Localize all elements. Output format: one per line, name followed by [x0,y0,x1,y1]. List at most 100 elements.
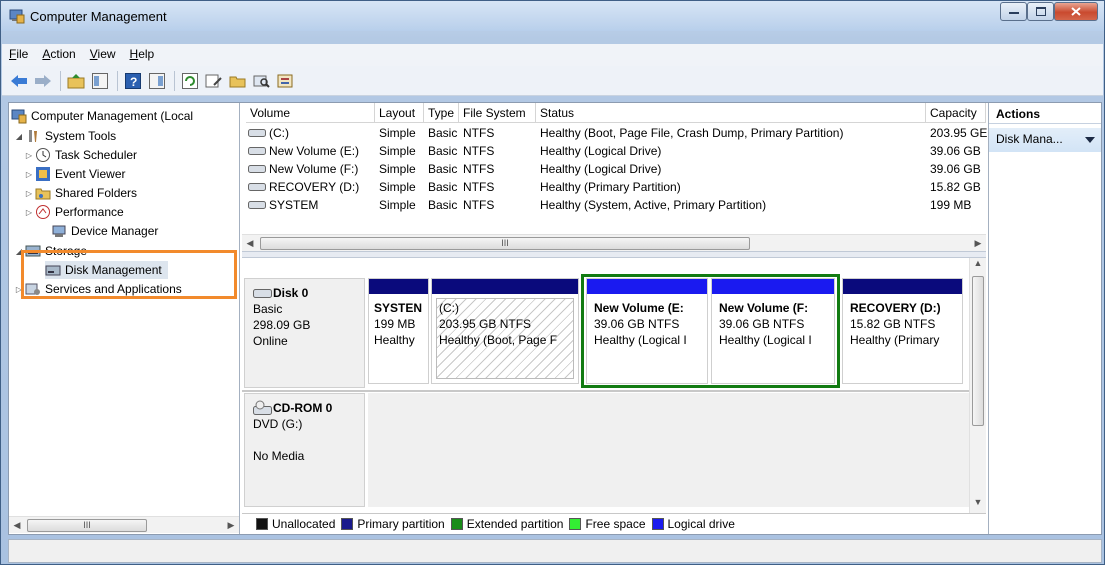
minimize-button[interactable] [1000,2,1027,21]
disk-state: Online [253,334,288,348]
drive-icon [248,147,266,155]
column-header-status[interactable]: Status [536,103,926,123]
legend-label: Unallocated [272,517,336,531]
partition-status: Healthy [374,333,415,347]
menu-action[interactable]: Action [35,44,82,66]
table-row[interactable]: SYSTEM Simple Basic NTFS Healthy (System… [242,196,986,214]
legend-swatch-free-space [569,518,582,530]
cell-layout: Simple [379,126,416,140]
forward-icon [35,74,51,87]
close-button[interactable] [1054,2,1098,21]
chevron-down-icon[interactable] [1085,137,1095,145]
back-button[interactable] [8,70,30,92]
expanded-arrow-icon[interactable]: ◢ [13,132,25,141]
graph-vertical-scrollbar[interactable]: ▲ ▼ [969,258,986,513]
maximize-button[interactable] [1027,2,1054,21]
tree-item-event-viewer[interactable]: ▷ Event Viewer [23,165,125,183]
refresh-button[interactable] [179,70,201,92]
cell-volume: RECOVERY (D:) [269,180,360,194]
partition-system[interactable]: SYSTEN 199 MB Healthy [368,278,429,384]
forward-button[interactable] [32,70,54,92]
pane-splitter[interactable] [242,251,986,258]
drive-icon [248,183,266,191]
properties-pane-icon [149,72,165,89]
tree-label: Shared Folders [55,186,138,200]
tree-item-performance[interactable]: ▷ Performance [23,203,124,221]
collapsed-arrow-icon[interactable]: ▷ [23,170,35,179]
legend-swatch-logical [651,518,664,530]
title-bar[interactable]: Computer Management [1,1,1104,31]
refresh-icon [182,72,198,89]
scroll-down-icon[interactable]: ▼ [970,497,986,513]
collapsed-arrow-icon[interactable]: ▷ [23,151,35,160]
search-icon [253,75,270,88]
table-row[interactable]: New Volume (E:) Simple Basic NTFS Health… [242,142,986,160]
partition-recovery[interactable]: RECOVERY (D:) 15.82 GB NTFS Healthy (Pri… [842,278,963,384]
table-row[interactable]: RECOVERY (D:) Simple Basic NTFS Healthy … [242,178,986,196]
table-row[interactable]: (C:) Simple Basic NTFS Healthy (Boot, Pa… [242,124,987,142]
actions-disk-management[interactable]: Disk Mana... [989,128,1101,152]
shared-folder-icon [35,188,51,200]
tree-item-shared-folders[interactable]: ▷ Shared Folders [23,184,137,202]
tree-item-root[interactable]: Computer Management (Local [11,107,193,125]
search-button[interactable] [251,70,273,92]
cell-volume: SYSTEM [269,198,319,212]
actions-pane: Actions Disk Mana... [988,103,1101,534]
volume-list-horizontal-scrollbar[interactable]: ◀ III ▶ [242,234,986,251]
partition-name: (C:) [439,301,459,315]
cell-file-system: NTFS [463,198,495,212]
legend-swatch-extended [450,518,463,530]
tree-item-task-scheduler[interactable]: ▷ Task Scheduler [23,146,137,164]
collapsed-arrow-icon[interactable]: ▷ [23,189,35,198]
cell-volume: (C:) [269,126,289,140]
column-header-volume[interactable]: Volume [246,103,375,123]
toolbar-separator [117,70,118,91]
cdrom-media: No Media [253,449,305,463]
scroll-thumb[interactable]: III [260,237,750,250]
legend-label: Primary partition [357,517,445,531]
menu-view[interactable]: View [83,44,123,66]
cell-file-system: NTFS [463,144,495,158]
legend-swatch-primary [341,518,354,530]
tree-item-system-tools[interactable]: ◢ System Tools [13,127,116,145]
scroll-up-icon[interactable]: ▲ [970,258,986,274]
cell-capacity: 15.82 GB [930,180,981,194]
column-header-capacity[interactable]: Capacity [926,103,986,123]
properties-button[interactable] [203,70,225,92]
column-header-layout[interactable]: Layout [375,103,424,123]
cdrom-icon [253,400,272,415]
svg-text:?: ? [130,75,137,89]
disk-management-pane: Volume Layout Type File System Status Ca… [242,103,987,534]
scroll-left-icon[interactable]: ◀ [242,235,258,251]
scroll-thumb[interactable] [972,276,984,426]
help-button[interactable]: ? [122,70,144,92]
partition-name: RECOVERY (D:) [850,301,941,315]
cell-status: Healthy (Boot, Page File, Crash Dump, Pr… [540,126,844,140]
toolbar-separator [174,70,175,91]
menu-file[interactable]: File [2,44,35,66]
tree-item-device-manager[interactable]: Device Manager [51,222,158,240]
partition-e[interactable]: New Volume (E: 39.06 GB NTFS Healthy (Lo… [586,278,708,384]
table-row[interactable]: New Volume (F:) Simple Basic NTFS Health… [242,160,986,178]
scroll-thumb[interactable]: III [27,519,147,532]
scroll-left-icon[interactable]: ◀ [9,517,25,533]
show-hide-tree-button[interactable] [89,70,111,92]
scroll-right-icon[interactable]: ▶ [970,235,986,251]
scroll-right-icon[interactable]: ▶ [223,517,239,533]
disk-info-cdrom0[interactable]: CD-ROM 0 DVD (G:) No Media [244,393,365,507]
menu-help[interactable]: Help [123,44,162,66]
collapsed-arrow-icon[interactable]: ▷ [23,208,35,217]
cell-layout: Simple [379,180,416,194]
column-header-file-system[interactable]: File System [459,103,536,123]
disk-info-disk0[interactable]: Disk 0 Basic 298.09 GB Online [244,278,365,388]
tree-horizontal-scrollbar[interactable]: ◀ III ▶ [9,516,239,533]
properties-pane-button[interactable] [146,70,168,92]
up-folder-button[interactable] [65,70,87,92]
legend-label: Logical drive [667,517,735,531]
open-button[interactable] [227,70,249,92]
partition-c[interactable]: (C:) 203.95 GB NTFS Healthy (Boot, Page … [431,278,579,384]
column-header-type[interactable]: Type [424,103,459,123]
settings-button[interactable] [275,70,297,92]
partition-f[interactable]: New Volume (F: 39.06 GB NTFS Healthy (Lo… [711,278,835,384]
cell-status: Healthy (Logical Drive) [540,162,662,176]
